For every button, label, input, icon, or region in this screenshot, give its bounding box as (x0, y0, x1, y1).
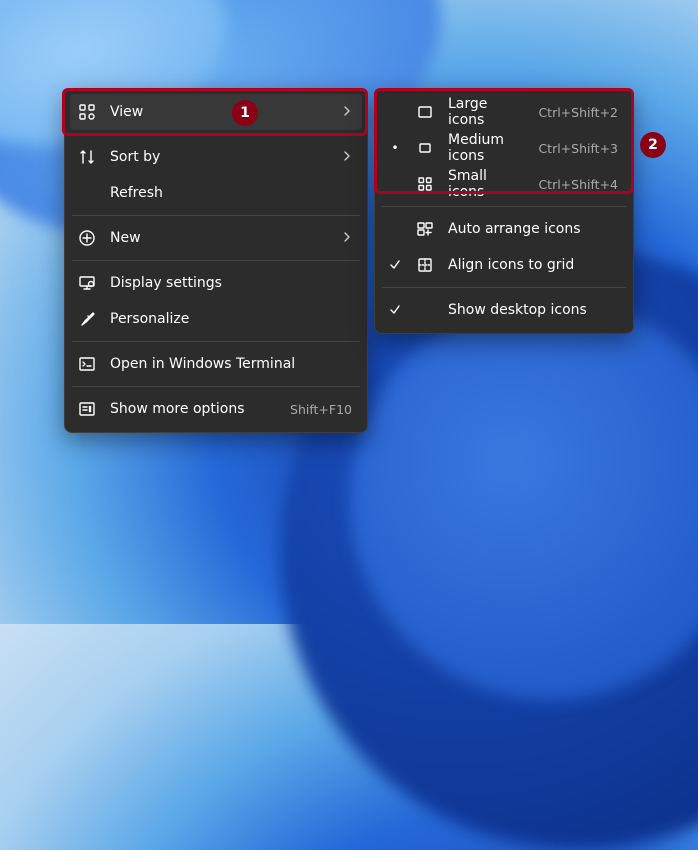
menu-item-new[interactable]: New (70, 220, 362, 256)
chevron-right-icon (342, 105, 352, 119)
submenu-item-show-desktop-icons[interactable]: Show desktop icons (380, 292, 628, 328)
medium-icons-icon (416, 139, 434, 157)
sort-icon (78, 148, 96, 166)
menu-item-personalize[interactable]: Personalize (70, 301, 362, 337)
menu-item-show-more-options[interactable]: Show more options Shift+F10 (70, 391, 362, 427)
menu-item-label: Medium icons (448, 132, 516, 164)
submenu-item-large-icons[interactable]: Large icons Ctrl+Shift+2 (380, 94, 628, 130)
menu-separator (382, 206, 626, 207)
annotation-badge-2: 2 (640, 132, 666, 158)
menu-item-label: View (110, 104, 328, 120)
plus-circle-icon (78, 229, 96, 247)
checkmark-icon (388, 304, 402, 316)
view-submenu: Large icons Ctrl+Shift+2 • Medium icons … (374, 88, 634, 334)
menu-item-label: Refresh (110, 185, 352, 201)
menu-item-display-settings[interactable]: Display settings (70, 265, 362, 301)
menu-item-shortcut: Ctrl+Shift+3 (538, 141, 618, 156)
terminal-icon (78, 355, 96, 373)
grid-icon (78, 103, 96, 121)
menu-separator (72, 386, 360, 387)
align-grid-icon (416, 256, 434, 274)
chevron-right-icon (342, 150, 352, 164)
menu-item-view[interactable]: View (70, 94, 362, 130)
chevron-right-icon (342, 231, 352, 245)
menu-item-label: New (110, 230, 328, 246)
large-icons-icon (416, 103, 434, 121)
menu-item-shortcut: Shift+F10 (290, 402, 352, 417)
menu-item-label: Personalize (110, 311, 352, 327)
submenu-item-medium-icons[interactable]: • Medium icons Ctrl+Shift+3 (380, 130, 628, 166)
menu-item-label: Show desktop icons (448, 302, 618, 318)
menu-separator (72, 215, 360, 216)
menu-item-open-terminal[interactable]: Open in Windows Terminal (70, 346, 362, 382)
submenu-item-auto-arrange[interactable]: Auto arrange icons (380, 211, 628, 247)
menu-separator (72, 341, 360, 342)
blank-icon (416, 301, 434, 319)
menu-item-label: Large icons (448, 96, 516, 128)
menu-separator (382, 287, 626, 288)
display-settings-icon (78, 274, 96, 292)
menu-item-label: Open in Windows Terminal (110, 356, 352, 372)
bullet-indicator: • (388, 141, 402, 155)
menu-item-label: Display settings (110, 275, 352, 291)
desktop-context-menu: View Sort by Refresh New Display sett (64, 88, 368, 433)
submenu-item-small-icons[interactable]: Small icons Ctrl+Shift+4 (380, 166, 628, 202)
menu-item-label: Align icons to grid (448, 257, 618, 273)
menu-item-sort-by[interactable]: Sort by (70, 139, 362, 175)
small-icons-icon (416, 175, 434, 193)
menu-item-label: Small icons (448, 168, 516, 200)
auto-arrange-icon (416, 220, 434, 238)
blank-icon (78, 184, 96, 202)
menu-separator (72, 134, 360, 135)
menu-item-refresh[interactable]: Refresh (70, 175, 362, 211)
menu-item-label: Show more options (110, 401, 268, 417)
menu-item-shortcut: Ctrl+Shift+2 (538, 105, 618, 120)
menu-item-label: Auto arrange icons (448, 221, 618, 237)
menu-item-shortcut: Ctrl+Shift+4 (538, 177, 618, 192)
menu-item-label: Sort by (110, 149, 328, 165)
more-options-icon (78, 400, 96, 418)
menu-separator (72, 260, 360, 261)
checkmark-icon (388, 259, 402, 271)
paintbrush-icon (78, 310, 96, 328)
submenu-item-align-to-grid[interactable]: Align icons to grid (380, 247, 628, 283)
